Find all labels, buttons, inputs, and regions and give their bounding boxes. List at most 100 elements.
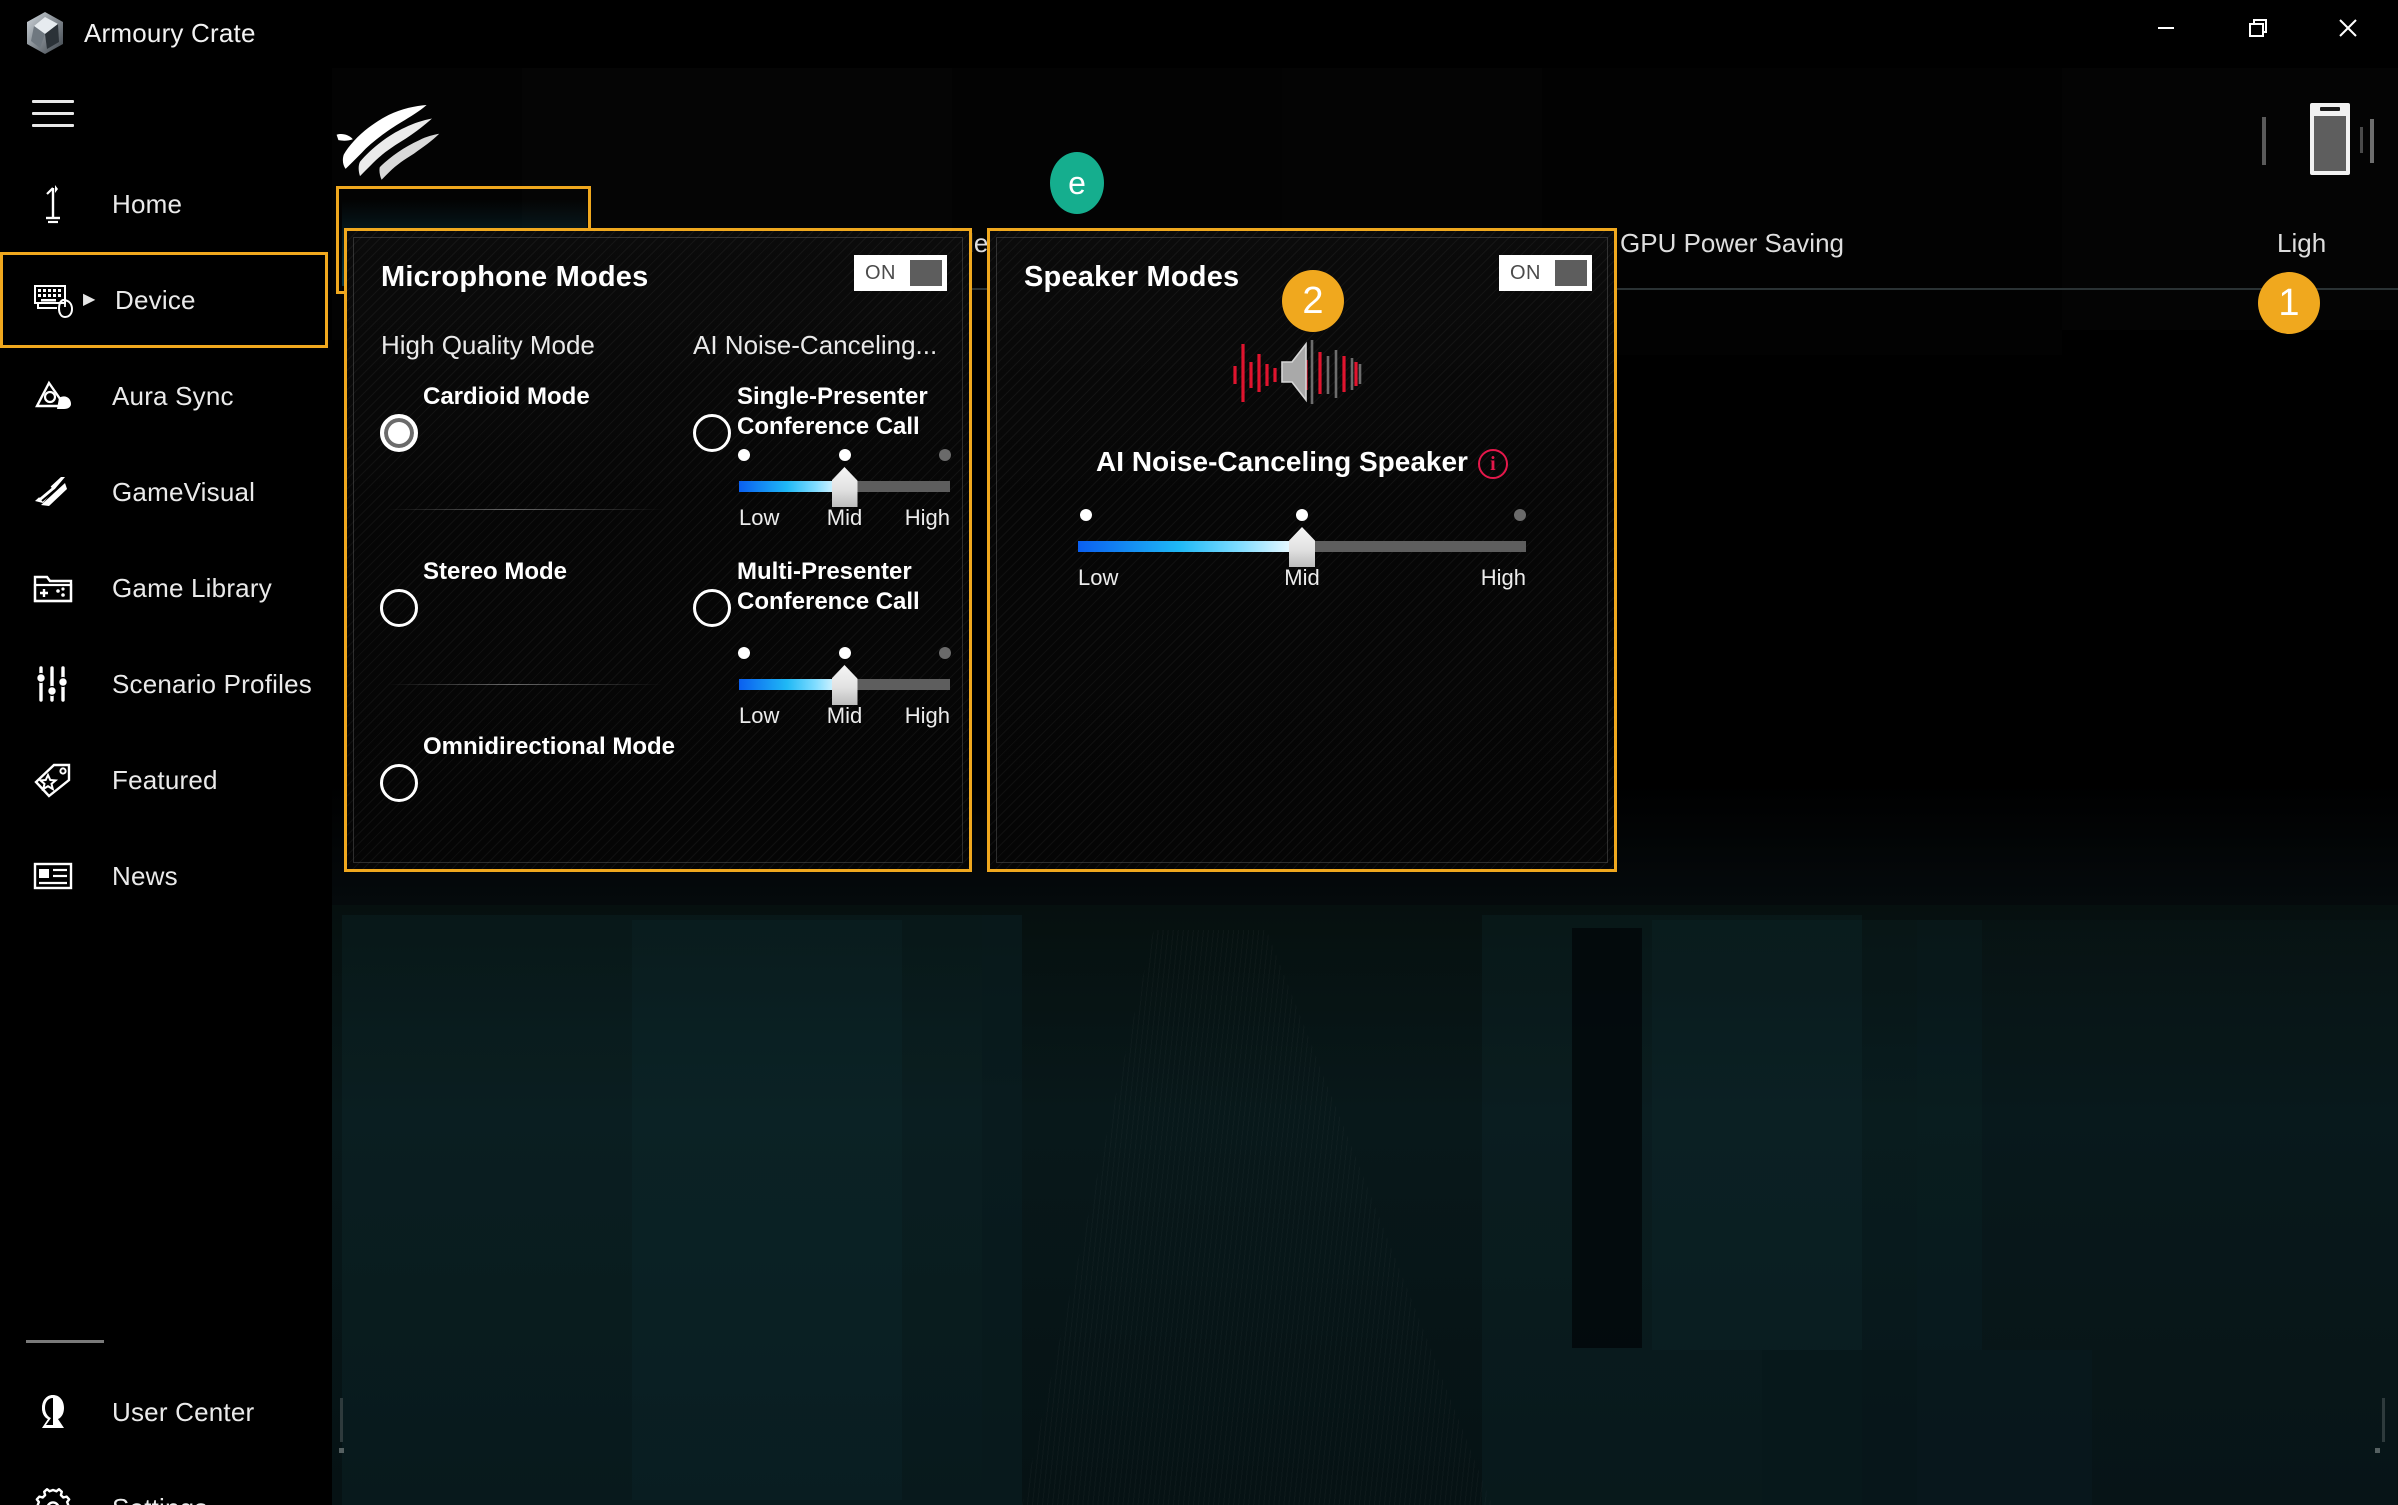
- microphone-modes-panel: Microphone Modes ON High Quality Mode AI…: [344, 228, 972, 872]
- sidebar-nav-bottom: User Center Settings: [0, 1364, 332, 1505]
- armoury-crate-logo: [22, 10, 68, 56]
- slider-tick-high: High: [904, 703, 950, 728]
- sidebar-item-game-library-label: Game Library: [112, 572, 272, 603]
- sidebar-item-settings[interactable]: Settings: [0, 1460, 332, 1505]
- device-bar-right-2: [2370, 119, 2374, 163]
- maximize-button[interactable]: [2222, 0, 2294, 56]
- sidebar-item-featured-label: Featured: [112, 764, 218, 795]
- microphone-power-toggle[interactable]: ON: [854, 255, 947, 291]
- speaker-slider-fill: [1078, 541, 1302, 552]
- single-presenter-line1: Single-Presenter: [737, 383, 928, 410]
- single-presenter-slider-ticks: Low Mid High: [739, 505, 950, 535]
- device-phone-icon: [2310, 103, 2350, 175]
- cardioid-mode-label: Cardioid Mode: [423, 383, 590, 410]
- scroll-hint-left: [340, 1398, 343, 1442]
- sidebar-item-device[interactable]: ▶ Device: [0, 252, 328, 348]
- device-bar-left: [2262, 117, 2266, 165]
- single-presenter-label: Single-Presenter Conference Call: [737, 382, 928, 442]
- device-keyboard-mouse-icon: [25, 274, 87, 326]
- speaker-toggle-knob: [1555, 260, 1587, 286]
- cardioid-mode-radio[interactable]: [380, 414, 418, 452]
- armoury-crate-window: Audio Resource Monitor Modern Standby As…: [0, 0, 2398, 1505]
- stereo-mode-label: Stereo Mode: [423, 558, 568, 585]
- info-icon[interactable]: i: [1477, 448, 1508, 479]
- speaker-slider-thumb[interactable]: [1289, 527, 1315, 567]
- speaker-power-toggle[interactable]: ON: [1499, 255, 1592, 291]
- speaker-slider-ticks: Low Mid High: [1078, 565, 1526, 595]
- gamevisual-icon: [22, 466, 84, 518]
- sidebar-item-gamevisual[interactable]: GameVisual: [0, 444, 332, 540]
- chevron-right-icon: ▶: [83, 291, 96, 308]
- stereo-mode-radio[interactable]: [380, 589, 418, 627]
- multi-presenter-slider-dots: [738, 647, 951, 661]
- user-center-icon: [22, 1386, 84, 1438]
- sliders-icon: [22, 658, 84, 710]
- slider-tick-low: Low: [1078, 565, 1119, 590]
- slider-dot-mid: [838, 647, 851, 659]
- connected-device-indicator[interactable]: [2250, 95, 2390, 200]
- sidebar-item-home[interactable]: Home: [0, 156, 332, 252]
- speaker-panel-title: Speaker Modes: [1024, 261, 1240, 293]
- sidebar-item-settings-label: Settings: [112, 1493, 208, 1505]
- game-library-icon: [22, 562, 84, 614]
- slider-dot-high: [1514, 509, 1526, 521]
- ai-noise-canceling-header: AI Noise-Canceling...: [693, 330, 938, 360]
- news-icon: [22, 850, 84, 902]
- multi-presenter-slider-fill: [739, 679, 845, 690]
- close-button[interactable]: [2312, 0, 2384, 56]
- single-presenter-slider-thumb[interactable]: [831, 467, 858, 507]
- speaker-waveform-icon: [1230, 336, 1370, 408]
- slider-dot-mid: [838, 449, 851, 461]
- tab-lighting[interactable]: Ligh: [1937, 200, 2392, 286]
- ai-noise-canceling-speaker-title: AI Noise-Canceling Speaker i: [990, 446, 1614, 479]
- slider-tick-low: Low: [739, 505, 780, 530]
- sidebar-item-aura-sync[interactable]: Aura Sync: [0, 348, 332, 444]
- multi-presenter-label: Multi-Presenter Conference Call: [737, 557, 920, 617]
- mic-mode-divider-1: [387, 509, 663, 510]
- sidebar-item-game-library[interactable]: Game Library: [0, 540, 332, 636]
- home-icon: [22, 178, 84, 230]
- sidebar-item-aura-sync-label: Aura Sync: [112, 380, 234, 411]
- slider-tick-mid: Mid: [826, 505, 863, 530]
- slider-tick-mid: Mid: [1284, 565, 1320, 590]
- multi-presenter-slider-ticks: Low Mid High: [739, 703, 950, 733]
- sidebar-item-news[interactable]: News: [0, 828, 332, 924]
- single-presenter-slider-fill: [739, 481, 845, 492]
- single-presenter-line2: Conference Call: [737, 413, 920, 440]
- single-presenter-radio[interactable]: [693, 414, 731, 452]
- mic-mode-divider-2: [387, 684, 663, 685]
- scroll-dot-right: [2375, 1448, 2380, 1453]
- tab-gpu-power-saving-label: GPU Power Saving: [1620, 227, 1844, 258]
- slider-tick-high: High: [1480, 565, 1526, 590]
- gear-icon: [22, 1482, 84, 1505]
- multi-presenter-radio[interactable]: [693, 589, 731, 627]
- slider-tick-mid: Mid: [826, 703, 863, 728]
- speaker-slider-dots: [1078, 509, 1526, 523]
- multi-presenter-slider-thumb[interactable]: [831, 665, 858, 705]
- sidebar: Home ▶ Device Aura Sync GameVisual Game …: [0, 68, 332, 1505]
- sidebar-item-featured[interactable]: Featured: [0, 732, 332, 828]
- sidebar-nav: Home ▶ Device Aura Sync GameVisual Game …: [0, 156, 332, 924]
- sidebar-item-scenario-profiles-label: Scenario Profiles: [112, 668, 312, 699]
- minimize-button[interactable]: [2130, 0, 2202, 56]
- high-quality-mode-header: High Quality Mode: [381, 330, 595, 360]
- sidebar-item-scenario-profiles[interactable]: Scenario Profiles: [0, 636, 332, 732]
- sidebar-item-news-label: News: [112, 860, 178, 891]
- scroll-dot-left: [339, 1448, 344, 1453]
- slider-tick-low: Low: [739, 703, 780, 728]
- annotation-badge-e: e: [1050, 152, 1104, 214]
- restore-icon: [2249, 19, 2267, 37]
- hamburger-icon[interactable]: [26, 90, 80, 136]
- title-bar: Armoury Crate: [0, 0, 2398, 68]
- window-title: Armoury Crate: [84, 18, 256, 48]
- close-icon: [2339, 19, 2357, 37]
- omnidirectional-mode-radio[interactable]: [380, 764, 418, 802]
- sidebar-item-user-center[interactable]: User Center: [0, 1364, 332, 1460]
- annotation-badge-2: 2: [1282, 270, 1344, 332]
- slider-dot-mid: [1296, 509, 1308, 521]
- slider-dot-low: [738, 647, 750, 659]
- annotation-badge-1-label: 1: [2278, 281, 2300, 324]
- minimize-icon: [2158, 27, 2174, 29]
- multi-presenter-line1: Multi-Presenter: [737, 558, 912, 585]
- omnidirectional-mode-label: Omnidirectional Mode: [423, 733, 676, 760]
